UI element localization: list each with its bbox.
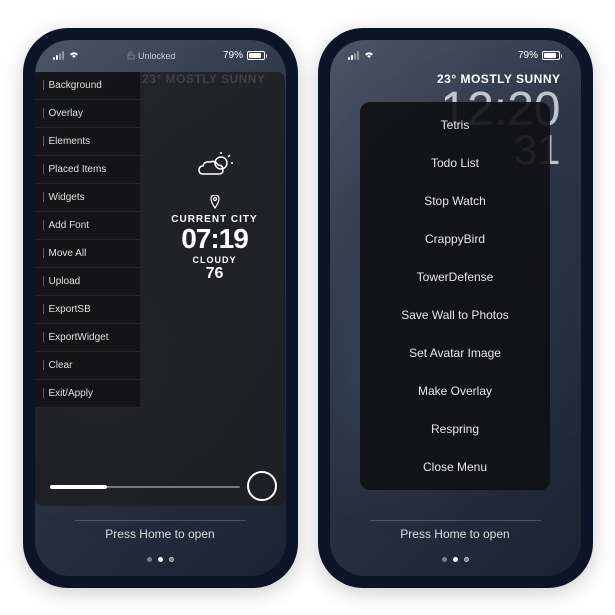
- action-respring[interactable]: Respring: [360, 410, 550, 448]
- action-tetris[interactable]: Tetris: [360, 106, 550, 144]
- screen-right: 79% 23° MOSTLY SUNNY 12:20 31 Tetris Tod…: [330, 40, 581, 576]
- action-menu: Tetris Todo List Stop Watch CrappyBird T…: [360, 102, 550, 490]
- wifi-icon: [363, 50, 375, 62]
- time-display: 07:19: [160, 225, 270, 253]
- menu-widgets[interactable]: Widgets: [35, 184, 140, 212]
- menu-overlay[interactable]: Overlay: [35, 100, 140, 128]
- circle-button[interactable]: [247, 471, 277, 501]
- phone-right: 79% 23° MOSTLY SUNNY 12:20 31 Tetris Tod…: [318, 28, 593, 588]
- status-left: [348, 50, 375, 62]
- menu-background[interactable]: Background: [35, 72, 140, 100]
- action-towerdefense[interactable]: TowerDefense: [360, 258, 550, 296]
- action-save-wall[interactable]: Save Wall to Photos: [360, 296, 550, 334]
- menu-add-font[interactable]: Add Font: [35, 212, 140, 240]
- location-pin-icon: [160, 195, 270, 212]
- weather-icon: [160, 152, 270, 187]
- menu-exportwidget[interactable]: ExportWidget: [35, 324, 140, 352]
- signal-icon: [348, 51, 359, 60]
- battery-pct: 79%: [518, 50, 538, 61]
- editor-panel: Background Overlay Elements Placed Items…: [35, 72, 285, 506]
- home-hint: Press Home to open: [35, 527, 286, 541]
- status-bar: Unlocked 79%: [35, 40, 286, 66]
- wifi-icon: [68, 50, 80, 62]
- action-close-menu[interactable]: Close Menu: [360, 448, 550, 486]
- action-stop-watch[interactable]: Stop Watch: [360, 182, 550, 220]
- action-make-overlay[interactable]: Make Overlay: [360, 372, 550, 410]
- phone-left: Unlocked 79% 23° MOSTLY SUNNY Background…: [23, 28, 298, 588]
- action-crappybird[interactable]: CrappyBird: [360, 220, 550, 258]
- status-right: 79%: [223, 50, 268, 61]
- unlock-icon: [127, 51, 135, 60]
- menu-exit-apply[interactable]: Exit/Apply: [35, 380, 140, 408]
- action-set-avatar[interactable]: Set Avatar Image: [360, 334, 550, 372]
- menu-exportsb[interactable]: ExportSB: [35, 296, 140, 324]
- camera-icon[interactable]: [464, 557, 469, 562]
- page-indicator: [35, 557, 286, 562]
- weather-strip: 23° MOSTLY SUNNY: [437, 72, 561, 86]
- condition-label: CLOUDY: [160, 255, 270, 265]
- menu-elements[interactable]: Elements: [35, 128, 140, 156]
- screen-left: Unlocked 79% 23° MOSTLY SUNNY Background…: [35, 40, 286, 576]
- side-menu: Background Overlay Elements Placed Items…: [35, 72, 140, 408]
- battery-icon: [247, 51, 268, 60]
- status-bar: 79%: [330, 40, 581, 66]
- battery-icon: [542, 51, 563, 60]
- battery-pct: 79%: [223, 50, 243, 61]
- action-todo-list[interactable]: Todo List: [360, 144, 550, 182]
- lock-label: Unlocked: [138, 51, 176, 61]
- status-left: [53, 50, 80, 62]
- menu-placed-items[interactable]: Placed Items: [35, 156, 140, 184]
- widget-preview[interactable]: CURRENT CITY 07:19 CLOUDY 76: [160, 152, 270, 283]
- menu-move-all[interactable]: Move All: [35, 240, 140, 268]
- menu-clear[interactable]: Clear: [35, 352, 140, 380]
- lock-status: Unlocked: [127, 51, 176, 61]
- slider[interactable]: [50, 486, 240, 488]
- unlock-slider[interactable]: [75, 520, 246, 521]
- home-hint: Press Home to open: [330, 527, 581, 541]
- signal-icon: [53, 51, 64, 60]
- camera-icon[interactable]: [169, 557, 174, 562]
- unlock-slider[interactable]: [370, 520, 541, 521]
- page-indicator: [330, 557, 581, 562]
- menu-upload[interactable]: Upload: [35, 268, 140, 296]
- status-right: 79%: [518, 50, 563, 61]
- temp-display: 76: [160, 265, 270, 283]
